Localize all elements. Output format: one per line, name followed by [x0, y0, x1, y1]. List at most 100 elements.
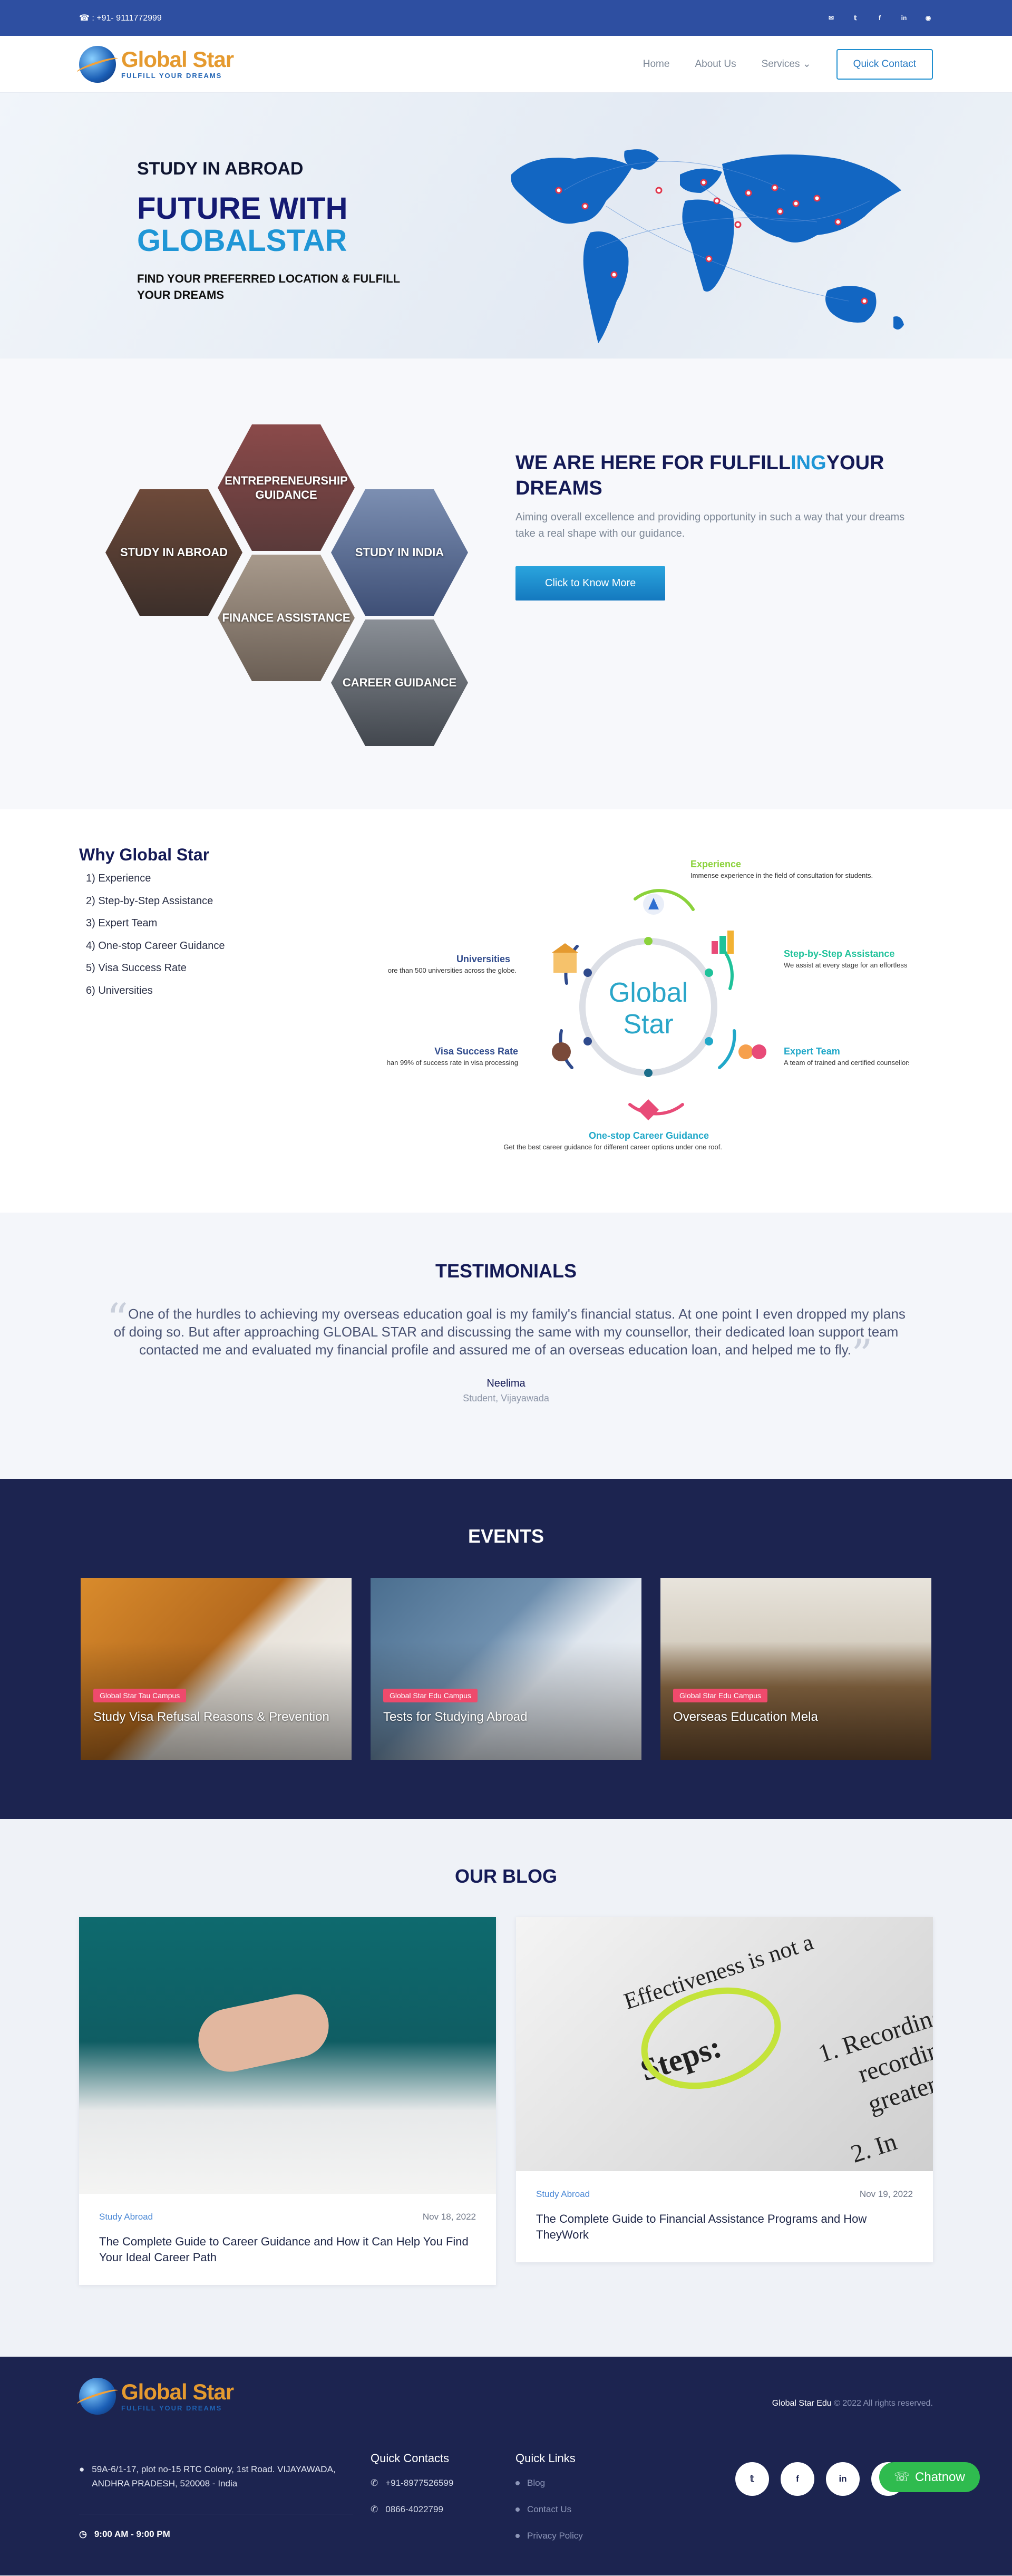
blog-image: Effectiveness is not a Steps: 1. Recordi…	[516, 1917, 933, 2171]
node-experience-desc: Immense experience in the field of consu…	[690, 871, 873, 879]
nav-about-us[interactable]: About Us	[695, 59, 736, 70]
testimonial-quote: “One of the hurdles to achieving my over…	[106, 1294, 906, 1379]
clock-icon: ◷	[79, 2529, 87, 2539]
whatsapp-icon: ☏	[894, 2470, 910, 2484]
footer-logo[interactable]: Global Star FULFILL YOUR DREAMS	[79, 2378, 234, 2415]
why-title: Why Global Star	[79, 845, 210, 864]
node-step-title: Step-by-Step Assistance	[784, 948, 894, 959]
events-title: EVENTS	[468, 1525, 544, 1547]
node-universities-title: Universities	[456, 954, 510, 964]
node-team-desc: A team of trained and certified counsell…	[784, 1059, 909, 1067]
brand-tagline: FULFILL YOUR DREAMS	[121, 72, 222, 80]
blog-category[interactable]: Study Abroad	[536, 2189, 590, 2200]
contact-phone[interactable]: ✆ +91-8977526599	[371, 2478, 453, 2504]
blog-section: OUR BLOG Study Abroad Nov 18, 2022 The C…	[0, 1819, 1012, 2357]
list-item: 5) Visa Success Rate	[86, 962, 187, 974]
event-title: Overseas Education Mela	[673, 1710, 818, 1724]
testimonials-section: TESTIMONIALS “One of the hurdles to achi…	[0, 1213, 1012, 1479]
image-text-item2: 2. In	[848, 2127, 900, 2168]
brand-name: Global Star	[121, 2379, 234, 2404]
event-card[interactable]: Global Star Tau Campus Study Visa Refusa…	[81, 1578, 352, 1760]
twitter-icon[interactable]: 𝕥	[851, 13, 860, 23]
blog-title: OUR BLOG	[455, 1865, 557, 1887]
node-step-desc: We assist at every stage for an effortle…	[784, 961, 909, 969]
footer-link-blog[interactable]: Blog	[515, 2478, 583, 2504]
node-visa-desc: More than 99% of success rate in visa pr…	[387, 1059, 518, 1067]
hero-banner: STUDY IN ABROAD FUTURE WITH GLOBALSTAR F…	[0, 93, 1012, 359]
list-item: 4) One-stop Career Guidance	[86, 940, 225, 952]
hex-study-india[interactable]: STUDY IN INDIA	[331, 489, 468, 616]
nav-home[interactable]: Home	[643, 59, 670, 70]
instagram-icon[interactable]: ◉	[923, 13, 933, 23]
event-badge: Global Star Edu Campus	[383, 1689, 478, 1702]
quick-contacts-title: Quick Contacts	[371, 2452, 450, 2465]
blog-card[interactable]: Study Abroad Nov 18, 2022 The Complete G…	[79, 1917, 496, 2286]
dreams-section: ENTREPRENEURSHIP GUIDANCE STUDY IN ABROA…	[0, 359, 1012, 809]
phone-number[interactable]: ☎ : +91- 9111772999	[79, 13, 162, 23]
nav-services[interactable]: Services ⌄	[762, 58, 811, 70]
hex-entrepreneurship[interactable]: ENTREPRENEURSHIP GUIDANCE	[218, 424, 355, 551]
diagram-center-line1: Global	[609, 977, 688, 1008]
footer-address: ● 59A-6/1-17, plot no-15 RTC Colony, 1st…	[79, 2462, 358, 2491]
blog-card-title[interactable]: The Complete Guide to Career Guidance an…	[79, 2222, 496, 2285]
list-item: 1) Experience	[86, 873, 151, 884]
testimonial-role: Student, Vijayawada	[463, 1393, 549, 1404]
why-list: 1) Experience 2) Step-by-Step Assistance…	[86, 873, 225, 1007]
node-experience-title: Experience	[690, 859, 741, 869]
event-badge: Global Star Edu Campus	[673, 1689, 767, 1702]
copyright: Global Star Edu © 2022 All rights reserv…	[772, 2399, 933, 2408]
chat-now-button[interactable]: ☏ Chatnow	[879, 2462, 980, 2492]
footer-hours: ◷ 9:00 AM - 9:00 PM	[79, 2529, 170, 2539]
dreams-text: Aiming overall excellence and providing …	[515, 511, 905, 539]
close-quote-icon: ”	[851, 1330, 873, 1379]
quick-contact-button[interactable]: Quick Contact	[836, 49, 933, 80]
list-item: 3) Expert Team	[86, 917, 158, 929]
linkedin-icon[interactable]: in	[899, 13, 909, 23]
blog-category[interactable]: Study Abroad	[99, 2212, 153, 2222]
hero-title-line1: FUTURE WITH	[137, 191, 348, 226]
quick-contacts: Quick Contacts ✆ +91-8977526599 ✆ 0866-402…	[371, 2452, 453, 2531]
contact-phone[interactable]: ✆ 0866-4022799	[371, 2504, 453, 2531]
facebook-icon[interactable]: f	[875, 13, 884, 23]
site-footer: Global Star FULFILL YOUR DREAMS Global S…	[0, 2357, 1012, 2575]
event-badge: Global Star Tau Campus	[93, 1689, 187, 1702]
image-text-effectiveness: Effectiveness is not a	[621, 1929, 816, 2015]
twitter-icon[interactable]: 𝕥	[735, 2462, 769, 2496]
hero-subtitle: FIND YOUR PREFERRED LOCATION & FULFILL Y…	[137, 272, 400, 302]
top-social-icons: ✉ 𝕥 f in ◉	[826, 13, 933, 23]
footer-link-contact[interactable]: Contact Us	[515, 2504, 583, 2531]
linkedin-icon[interactable]: in	[826, 2462, 860, 2496]
node-onestop-desc: Get the best career guidance for differe…	[503, 1143, 722, 1151]
hero-kicker: STUDY IN ABROAD	[137, 159, 304, 179]
facebook-icon[interactable]: f	[781, 2462, 814, 2496]
globe-logo-icon	[79, 2378, 116, 2415]
blog-image	[79, 1917, 496, 2194]
phone-icon: ✆	[371, 2478, 378, 2488]
node-onestop-title: One-stop Career Guidance	[589, 1130, 709, 1141]
hero-title-line2: GLOBALSTAR	[137, 223, 347, 258]
node-universities-desc: Associated with more than 500 universiti…	[387, 966, 517, 974]
know-more-button[interactable]: Click to Know More	[515, 566, 666, 601]
blog-date: Nov 19, 2022	[859, 2189, 913, 2199]
phone-icon: ✆	[371, 2504, 378, 2514]
node-visa-title: Visa Success Rate	[434, 1046, 518, 1057]
brand-logo[interactable]: Global Star FULFILL YOUR DREAMS	[79, 45, 234, 83]
location-pin-icon: ●	[79, 2464, 85, 2474]
footer-link-privacy[interactable]: Privacy Policy	[515, 2531, 583, 2557]
hex-finance[interactable]: FINANCE ASSISTANCE	[218, 555, 355, 681]
globe-logo-icon	[79, 45, 116, 83]
quick-links-title: Quick Links	[515, 2452, 576, 2465]
blog-card-title[interactable]: The Complete Guide to Financial Assistan…	[516, 2200, 933, 2262]
hex-study-abroad[interactable]: STUDY IN ABROAD	[105, 489, 242, 616]
event-card[interactable]: Global Star Edu Campus Overseas Educatio…	[660, 1578, 931, 1760]
hex-career[interactable]: CAREER GUIDANCE	[331, 619, 468, 746]
blog-date: Nov 18, 2022	[422, 2212, 476, 2222]
email-icon[interactable]: ✉	[826, 13, 836, 23]
list-item: 6) Universities	[86, 984, 153, 996]
blog-card[interactable]: Effectiveness is not a Steps: 1. Recordi…	[516, 1917, 933, 2263]
world-map-image	[511, 149, 904, 343]
why-diagram: Global Star Experience Immense experienc…	[387, 859, 909, 1151]
event-card[interactable]: Global Star Edu Campus Tests for Studyin…	[371, 1578, 641, 1760]
site-header: Global Star FULFILL YOUR DREAMS Home Abo…	[0, 36, 1012, 93]
dreams-heading: WE ARE HERE FOR FULFILLINGYOUR DREAMS	[515, 452, 884, 499]
